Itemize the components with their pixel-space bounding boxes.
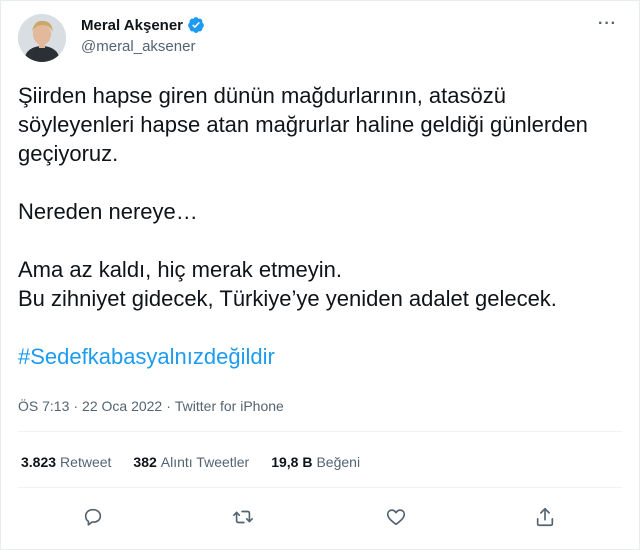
hashtag-link[interactable]: #Sedefkabasyalnızdeğildir [18,342,628,371]
verified-badge-icon [187,16,205,34]
tweet-paragraph: Nereden nereye… [18,199,198,224]
more-options-icon[interactable]: ··· [598,15,617,33]
author-handle[interactable]: @meral_aksener [81,38,195,55]
quote-count[interactable]: 382 Alıntı Tweetler [133,454,249,470]
reply-icon[interactable] [81,505,105,529]
divider [18,431,622,432]
action-bar [1,497,640,537]
tweet-date[interactable]: 22 Oca 2022 [82,398,162,414]
tweet-meta: ÖS 7:13 · 22 Oca 2022 · Twitter for iPhone [18,398,284,414]
tweet-paragraph: Ama az kaldı, hiç merak etmeyin. [18,257,343,282]
retweet-icon[interactable] [231,505,255,529]
tweet-paragraph: Bu zihniyet gidecek, Türkiye’ye yeniden … [18,286,557,311]
share-icon[interactable] [533,505,557,529]
author-name[interactable]: Meral Akşener [81,17,183,34]
divider [18,487,622,488]
tweet-paragraph: Şiirden hapse giren dünün mağdurlarının,… [18,83,588,166]
like-icon[interactable] [384,505,408,529]
author-row: Meral Akşener [81,16,205,34]
tweet-time[interactable]: ÖS 7:13 [18,398,69,414]
avatar-image [18,14,66,62]
retweet-count[interactable]: 3.823 Retweet [21,454,111,470]
tweet-text: Şiirden hapse giren dünün mağdurlarının,… [18,81,628,371]
tweet-card: Meral Akşener @meral_aksener ··· Şiirden… [0,0,640,550]
tweet-source[interactable]: Twitter for iPhone [175,398,284,414]
avatar[interactable] [18,14,66,62]
like-count[interactable]: 19,8 B Beğeni [271,454,360,470]
tweet-stats: 3.823 Retweet 382 Alıntı Tweetler 19,8 B Be… [21,454,382,470]
